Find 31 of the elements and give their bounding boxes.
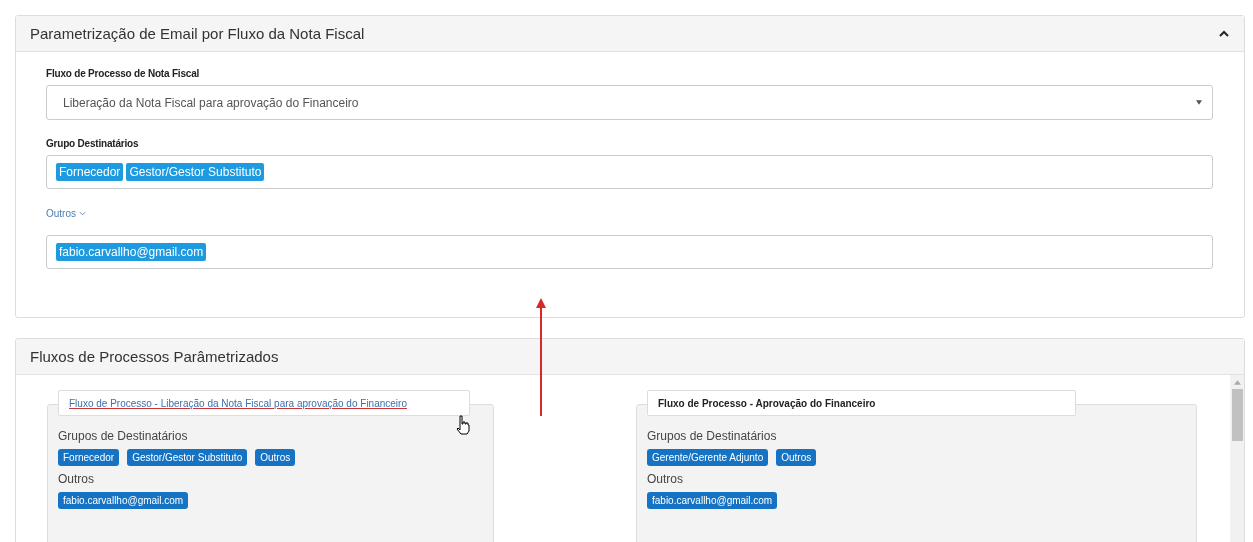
field-label: Grupo Destinatários bbox=[46, 138, 140, 149]
group-badge: Outros bbox=[255, 449, 296, 466]
email-badge: fabio.carvallho@gmail.com bbox=[647, 492, 778, 509]
email-field[interactable]: fabio.carvallho@gmail.com bbox=[46, 235, 1213, 269]
hand-cursor-icon bbox=[455, 415, 471, 435]
group-tag: Fornecedor bbox=[56, 163, 124, 181]
scroll-up-icon[interactable] bbox=[1233, 380, 1241, 385]
group-badge: Fornecedor bbox=[58, 449, 120, 466]
others-toggle[interactable]: Outros bbox=[46, 208, 86, 219]
groups-label: Grupos de Destinatários bbox=[647, 429, 778, 443]
caret-icon bbox=[1196, 100, 1202, 105]
flow-select[interactable]: Liberação da Nota Fiscal para aprovação do Financeiro bbox=[46, 85, 1213, 120]
groups-label: Grupos de Destinatários bbox=[58, 429, 189, 443]
panel-title: Fluxos de Processos Parâmetrizados bbox=[30, 348, 279, 365]
email-tag: fabio.carvallho@gmail.com bbox=[56, 243, 207, 261]
flow-title: Fluxo de Processo - Aprovação do Financeiro bbox=[647, 390, 1076, 416]
group-tag: Gestor/Gestor Substituto bbox=[126, 163, 265, 181]
collapse-icon[interactable] bbox=[1219, 29, 1229, 38]
flow-link[interactable]: Fluxo de Processo - Liberação da Nota Fiscal para aprovação do Financeiro bbox=[58, 390, 470, 416]
others-label: Outros bbox=[647, 472, 684, 486]
scrollbar-thumb[interactable] bbox=[1231, 389, 1243, 441]
chevron-icon bbox=[79, 211, 86, 216]
panel-title: Parametrização de Email por Fluxo da Nota Fiscal bbox=[30, 25, 365, 42]
scrollbar[interactable] bbox=[1230, 375, 1244, 542]
others-label: Outros bbox=[58, 472, 95, 486]
group-badge: Gerente/Gerente Adjunto bbox=[647, 449, 769, 466]
group-badge: Outros bbox=[776, 449, 817, 466]
groups-field[interactable]: Fornecedor Gestor/Gestor Substituto bbox=[46, 155, 1213, 189]
email-badge: fabio.carvallho@gmail.com bbox=[58, 492, 189, 509]
field-label: Fluxo de Processo de Nota Fiscal bbox=[46, 68, 201, 79]
group-badge: Gestor/Gestor Substituto bbox=[127, 449, 248, 466]
